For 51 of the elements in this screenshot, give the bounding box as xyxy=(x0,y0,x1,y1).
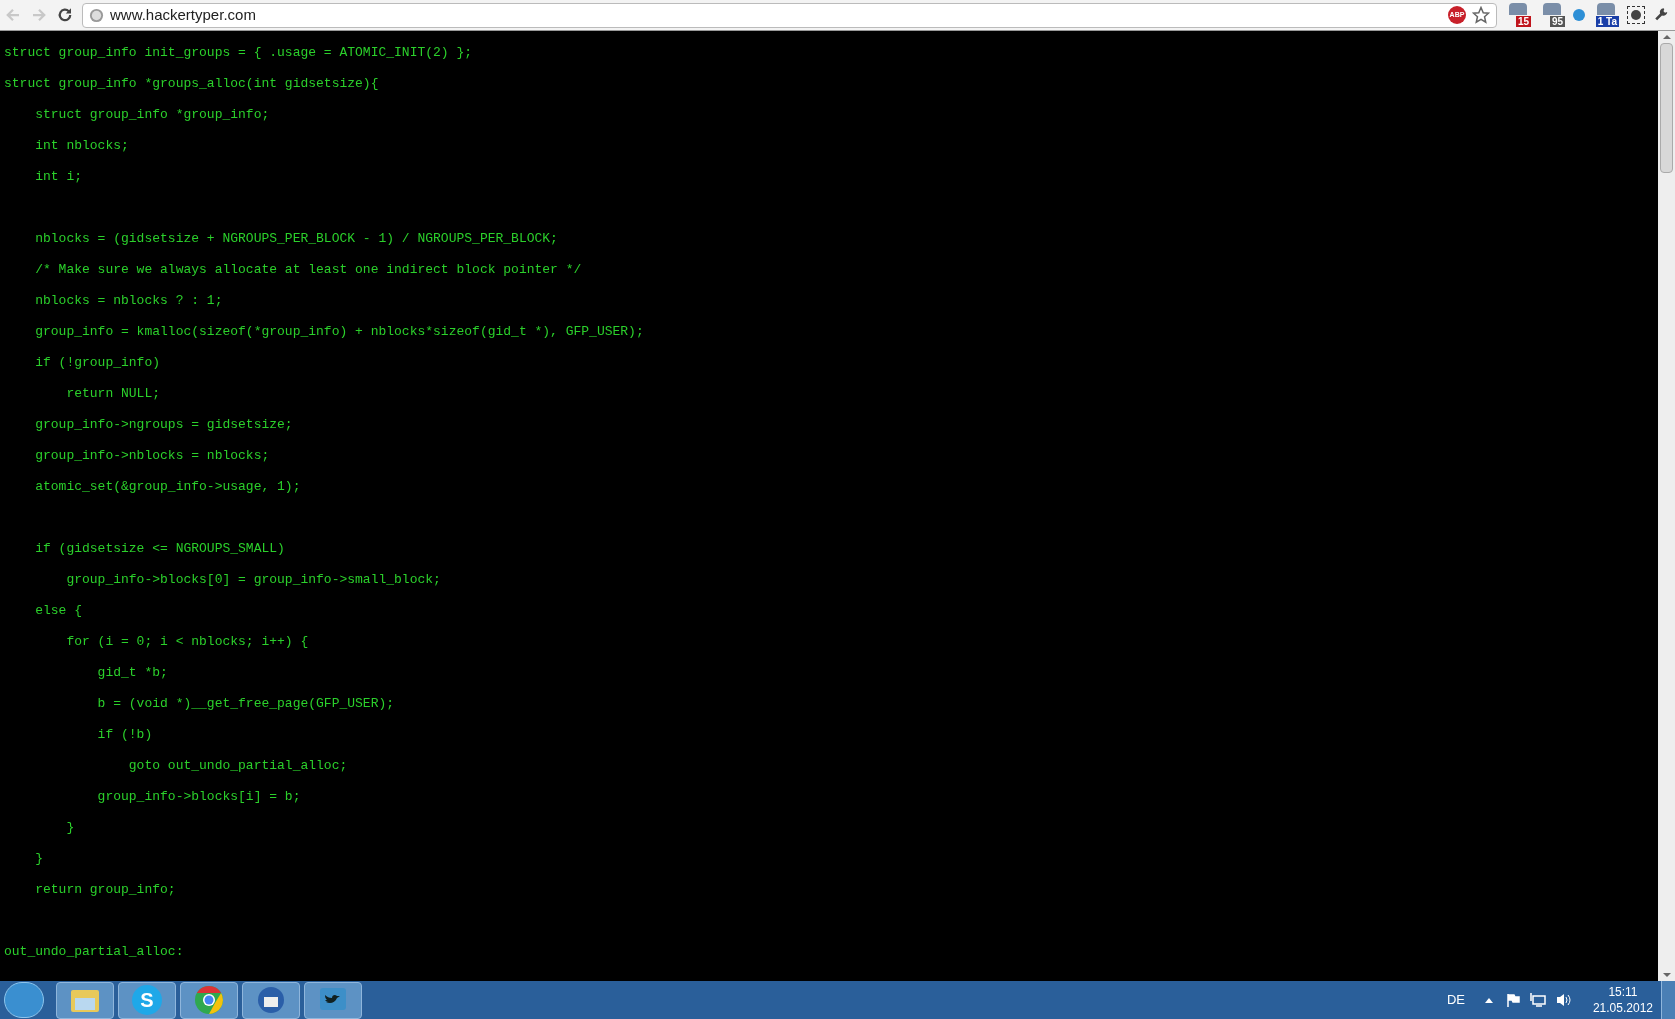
extension-badge: 95 xyxy=(1549,16,1565,27)
code-line: group_info->ngroups = gidsetsize; xyxy=(34,417,293,432)
url-text: www.hackertyper.com xyxy=(110,4,256,25)
taskbar-app-button[interactable] xyxy=(180,981,238,1019)
reload-icon[interactable] xyxy=(56,6,74,24)
browser-icon xyxy=(194,985,224,1015)
code-line: for (i = 0; i < nblocks; i++) { xyxy=(65,634,309,649)
code-line: gid_t *b; xyxy=(96,665,168,680)
code-line: int i; xyxy=(34,169,82,184)
scrollbar-thumb[interactable] xyxy=(1660,43,1673,173)
code-line: else { xyxy=(34,603,82,618)
network-icon[interactable] xyxy=(1528,992,1547,1008)
speaker-icon[interactable] xyxy=(1554,992,1573,1008)
taskbar-app-button[interactable] xyxy=(56,981,114,1019)
skype-icon: S xyxy=(132,985,162,1015)
scroll-down-icon[interactable] xyxy=(1662,973,1671,977)
code-line: struct group_info *group_info; xyxy=(34,107,270,122)
code-line: struct group_info *groups_alloc(int gidsetsize){ xyxy=(4,76,379,91)
code-line: group_info->blocks[i] = b; xyxy=(96,789,301,804)
code-line: atomic_set(&group_info->usage, 1); xyxy=(34,479,301,494)
code-line: group_info = kmalloc(sizeof(*group_info) + nblocks*sizeof(gid_t *), GFP_USER); xyxy=(34,324,644,339)
code-line: goto out_undo_partial_alloc; xyxy=(127,758,348,773)
clock-date[interactable]: 21.05.2012 xyxy=(1592,1000,1653,1016)
taskbar-app-button[interactable] xyxy=(242,981,300,1019)
tray-expand-icon[interactable] xyxy=(1484,997,1493,1003)
code-line: /* Make sure we always allocate at least one indirect block pointer */ xyxy=(34,262,582,277)
extension-badge: 1 Ta xyxy=(1595,16,1619,27)
language-indicator[interactable]: DE xyxy=(1446,990,1465,1010)
code-line: group_info->blocks[0] = group_info->small_block; xyxy=(65,572,441,587)
code-line: if (gidsetsize <= NGROUPS_SMALL) xyxy=(34,541,285,556)
code-line: if (!group_info) xyxy=(34,355,161,370)
code-line: } xyxy=(34,851,43,866)
code-line: struct group_info init_groups = { .usage = ATOMIC_INIT(2) }; xyxy=(4,45,473,60)
code-line: out_undo_partial_alloc: xyxy=(4,944,184,959)
code-line: b = (void *)__get_free_page(GFP_USER); xyxy=(96,696,395,711)
code-line: return NULL; xyxy=(65,386,161,401)
code-line: } xyxy=(65,820,75,835)
code-line: nblocks = (gidsetsize + NGROUPS_PER_BLOCK - 1) / NGROUPS_PER_BLOCK; xyxy=(34,231,558,246)
scroll-up-icon[interactable] xyxy=(1662,35,1671,39)
code-line: int nblocks; xyxy=(34,138,129,153)
globe-icon xyxy=(89,7,104,23)
code-line: return group_info; xyxy=(34,882,176,897)
flag-icon[interactable] xyxy=(1504,992,1521,1008)
code-line: nblocks = nblocks ? : 1; xyxy=(34,293,223,308)
extension-badge: 15 xyxy=(1515,16,1531,27)
code-line: if (!b) xyxy=(96,727,153,742)
bookmark-star-icon[interactable] xyxy=(1472,6,1490,24)
taskbar-app-button[interactable] xyxy=(304,981,362,1019)
start-button[interactable] xyxy=(4,982,44,1018)
code-line: group_info->nblocks = nblocks; xyxy=(34,448,270,463)
clock-time[interactable]: 15:11 xyxy=(1608,984,1638,1000)
